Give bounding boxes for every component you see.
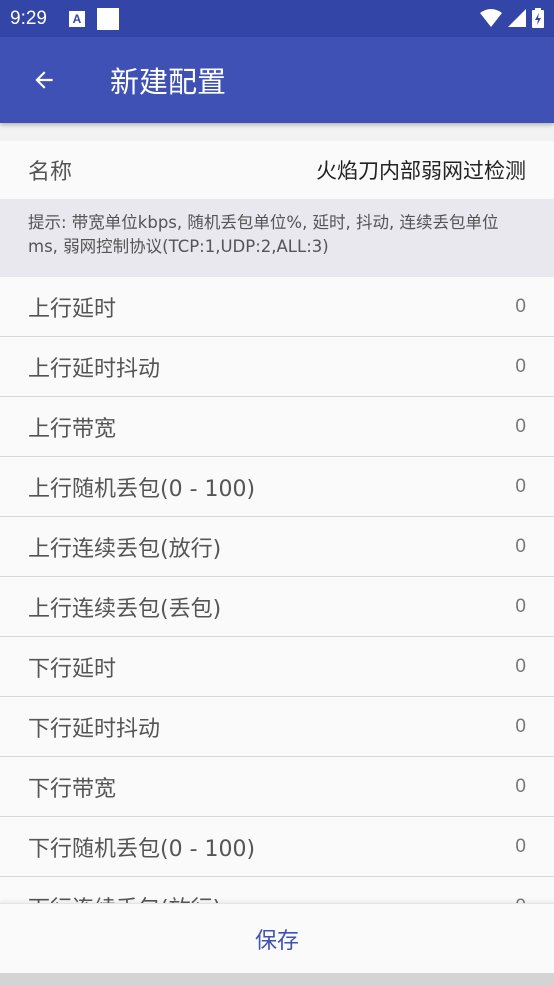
hint-text: 提示: 带宽单位kbps, 随机丢包单位%, 延时, 抖动, 连续丢包单位ms,… [0, 199, 554, 277]
field-input[interactable]: 0 [515, 476, 526, 498]
field-row[interactable]: 下行连续丢包(放行) 0 [0, 877, 554, 903]
field-input[interactable]: 0 [515, 776, 526, 798]
nav-strip [0, 973, 554, 986]
wifi-icon [480, 9, 502, 27]
save-button[interactable]: 保存 [215, 913, 339, 965]
field-row[interactable]: 上行随机丢包(0 - 100) 0 [0, 457, 554, 517]
field-row[interactable]: 下行延时 0 [0, 637, 554, 697]
app-bar: 新建配置 [0, 37, 554, 123]
field-row[interactable]: 下行延时抖动 0 [0, 697, 554, 757]
field-label: 上行连续丢包(丢包) [28, 596, 222, 622]
field-input[interactable]: 0 [515, 836, 526, 858]
field-label: 下行连续丢包(放行) [28, 891, 221, 904]
field-input[interactable]: 0 [515, 536, 526, 558]
field-input[interactable]: 0 [515, 356, 526, 378]
status-time: 9:29 [10, 7, 47, 29]
back-button[interactable] [24, 60, 64, 100]
field-label: 下行延时 [28, 656, 117, 682]
field-input[interactable]: 0 [515, 896, 526, 904]
field-label: 上行随机丢包(0 - 100) [28, 476, 256, 502]
notification-square-icon [96, 7, 119, 30]
field-input[interactable]: 0 [515, 596, 526, 618]
field-row[interactable]: 上行延时 0 [0, 277, 554, 337]
name-field[interactable]: 名称 火焰刀内部弱网过检测 [0, 141, 554, 199]
name-input[interactable]: 火焰刀内部弱网过检测 [316, 155, 526, 185]
status-bar: 9:29 A [0, 0, 554, 37]
field-label: 上行延时抖动 [28, 356, 161, 382]
battery-icon [532, 8, 544, 28]
field-input[interactable]: 0 [515, 416, 526, 438]
field-input[interactable]: 0 [515, 296, 526, 318]
field-row[interactable]: 下行带宽 0 [0, 757, 554, 817]
field-label: 上行连续丢包(放行) [28, 536, 222, 562]
name-label: 名称 [28, 160, 73, 185]
arrow-left-icon [35, 71, 53, 89]
field-label: 下行带宽 [28, 776, 117, 802]
field-label: 下行随机丢包(0 - 100) [28, 836, 256, 862]
field-row[interactable]: 上行连续丢包(放行) 0 [0, 517, 554, 577]
status-icons [480, 8, 544, 28]
page-title: 新建配置 [110, 65, 227, 99]
config-form[interactable]: 名称 火焰刀内部弱网过检测 提示: 带宽单位kbps, 随机丢包单位%, 延时,… [0, 141, 554, 903]
field-row[interactable]: 上行延时抖动 0 [0, 337, 554, 397]
notification-a-icon: A [68, 10, 85, 27]
field-input[interactable]: 0 [515, 716, 526, 738]
signal-icon [508, 9, 526, 27]
field-label: 上行延时 [28, 296, 117, 322]
bottom-bar: 保存 [0, 903, 554, 974]
field-row[interactable]: 上行连续丢包(丢包) 0 [0, 577, 554, 637]
field-label: 下行延时抖动 [28, 716, 161, 742]
field-input[interactable]: 0 [515, 656, 526, 678]
field-row[interactable]: 上行带宽 0 [0, 397, 554, 457]
field-label: 上行带宽 [28, 416, 117, 442]
field-row[interactable]: 下行随机丢包(0 - 100) 0 [0, 817, 554, 877]
